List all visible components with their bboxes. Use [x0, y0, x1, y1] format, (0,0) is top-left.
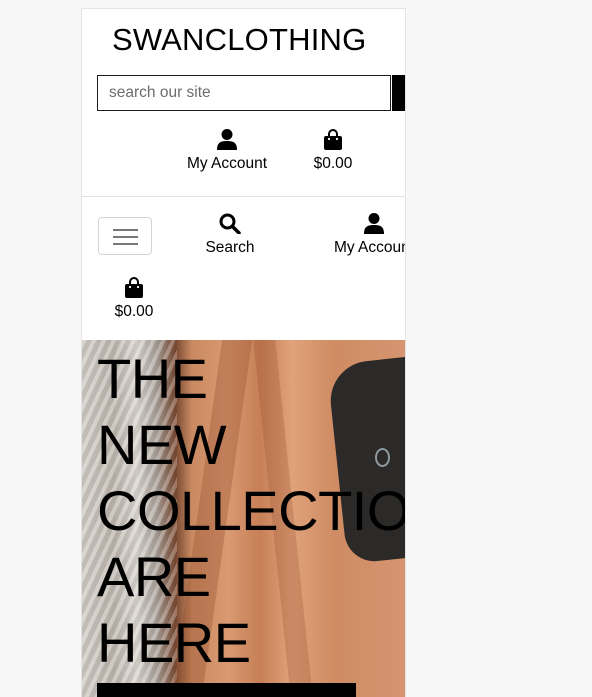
- hero-title-line: THE: [97, 347, 208, 410]
- nav-search-link[interactable]: Search: [197, 213, 263, 257]
- hero-title-line: NEW: [97, 413, 227, 476]
- page-frame: SWANCLOTHING My Account $0.00 Search: [81, 8, 406, 697]
- hamburger-icon-line: [113, 236, 138, 238]
- hero-banner: THE NEW COLLECTIONS ARE HERE: [82, 340, 405, 697]
- nav-account-label: My Account: [333, 239, 405, 256]
- hero-title-line: HERE: [97, 611, 251, 674]
- nav-search-label: Search: [205, 239, 255, 256]
- nav-bag-total: $0.00: [114, 303, 154, 320]
- shop-now-button[interactable]: [97, 683, 356, 697]
- user-icon: [364, 213, 384, 234]
- account-link[interactable]: My Account: [185, 129, 269, 173]
- hamburger-icon: [113, 229, 138, 231]
- bag-link[interactable]: $0.00: [307, 129, 359, 173]
- nav-account-link[interactable]: My Account: [332, 213, 405, 257]
- shopping-bag-icon: [125, 277, 143, 298]
- search-submit-button[interactable]: [392, 75, 405, 111]
- shopping-bag-icon: [324, 129, 342, 150]
- hero-title-line: ARE: [97, 545, 211, 608]
- search-icon: [219, 213, 241, 234]
- hero-title-line: COLLECTIONS: [97, 479, 405, 542]
- nav-bag-link[interactable]: $0.00: [108, 277, 160, 321]
- user-icon: [217, 129, 237, 150]
- header-divider: [82, 196, 405, 197]
- brand-logo[interactable]: SWANCLOTHING: [112, 22, 366, 58]
- account-label: My Account: [186, 155, 268, 172]
- search-input[interactable]: [97, 75, 391, 111]
- bag-total: $0.00: [313, 155, 353, 172]
- hero-title: THE NEW COLLECTIONS ARE HERE: [97, 346, 405, 676]
- menu-toggle-button[interactable]: [98, 217, 152, 255]
- hamburger-icon-line: [113, 243, 138, 245]
